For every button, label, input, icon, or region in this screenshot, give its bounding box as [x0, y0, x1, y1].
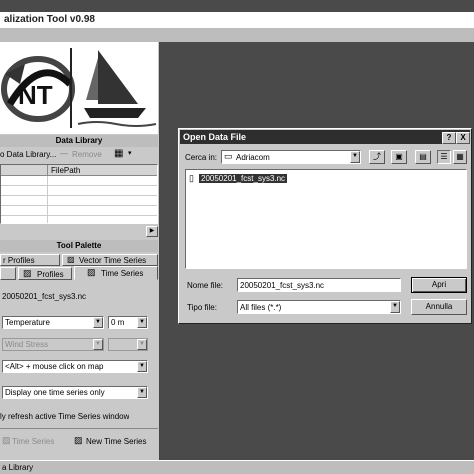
tab-time-series[interactable]: ▨ Time Series — [74, 266, 158, 280]
look-in-select[interactable]: ▭ Adriacom ▼ — [221, 150, 361, 164]
data-library-table: FilePath — [0, 164, 158, 224]
depth-select[interactable]: 0 m ▼ — [108, 316, 148, 329]
table-row[interactable] — [1, 187, 157, 196]
filename-input[interactable]: 20050201_fcst_sys3.nc — [237, 278, 401, 292]
table-row[interactable] — [1, 197, 157, 206]
tool-palette-heading: Tool Palette — [0, 240, 158, 252]
grid-view-icon[interactable]: ▦ — [114, 148, 123, 159]
filename-label: Nome file: — [187, 281, 224, 290]
chevron-down-icon[interactable]: ▼ — [137, 387, 147, 398]
table-row[interactable] — [1, 207, 157, 216]
display-mode-select[interactable]: Display one time series only ▼ — [2, 386, 148, 399]
table-row[interactable] — [1, 177, 157, 186]
filetype-select[interactable]: All files (*.*) ▼ — [237, 300, 401, 314]
chevron-down-icon[interactable]: ▼ — [137, 317, 147, 328]
open-button[interactable]: Apri — [411, 277, 467, 293]
dialog-title-bar: Open Data File ? X — [180, 130, 470, 144]
chevron-down-icon[interactable]: ▾ — [128, 149, 132, 157]
new-time-series-button[interactable]: ▨ New Time Series — [72, 434, 158, 448]
table-header: FilePath — [1, 165, 157, 176]
tab-profiles-partial[interactable]: r Profiles — [0, 254, 60, 266]
project-logo-icon: NT — [1, 56, 75, 122]
dialog-title: Open Data File — [183, 132, 247, 142]
status-text: a Library — [2, 463, 34, 472]
details-view-icon[interactable]: ▦ — [453, 150, 467, 164]
cancel-button[interactable]: Annulla — [411, 299, 467, 315]
file-list-item[interactable]: ▯ 20050201_fcst_sys3.nc — [189, 173, 289, 185]
column-header-filepath[interactable]: FilePath — [51, 166, 80, 175]
chart-icon: ▨ — [2, 435, 11, 445]
tab-profiles[interactable]: ▨ Profiles — [18, 267, 72, 280]
bottom-divider — [0, 428, 158, 429]
tab-first[interactable] — [0, 267, 16, 280]
main-title: alization Tool v0.98 — [4, 14, 95, 25]
filetype-label: Tipo file: — [187, 303, 217, 312]
add-to-library-button[interactable]: o Data Library... — [0, 150, 56, 159]
wind-stress-select: Wind Stress ▼ — [2, 338, 104, 351]
up-folder-icon[interactable]: ⤴ — [369, 150, 385, 164]
open-file-dialog: Open Data File ? X Cerca in: ▭ Adriacom … — [178, 128, 472, 324]
chevron-down-icon: ▼ — [137, 339, 147, 350]
status-bar: a Library — [0, 460, 474, 474]
remove-button[interactable]: Remove — [72, 150, 102, 159]
folder-icon: ▭ — [224, 151, 233, 161]
click-mode-select[interactable]: <Alt> + mouse click on map ▼ — [2, 360, 148, 373]
chart-icon: ▨ — [23, 268, 32, 278]
chevron-down-icon[interactable]: ▼ — [93, 317, 103, 328]
variable-select[interactable]: Temperature ▼ — [2, 316, 104, 329]
chart-icon: ▨ — [87, 267, 96, 277]
selected-file-label: 20050201_fcst_sys3.nc — [2, 292, 87, 301]
left-panel: NT Data Library o Data Library... — Remo… — [0, 42, 160, 460]
data-library-toolbar: o Data Library... — Remove ▦ ▾ — [0, 148, 158, 162]
chart-icon: ▨ — [67, 255, 75, 264]
new-folder-icon[interactable]: ▤ — [415, 150, 431, 164]
logo-area: NT — [0, 42, 158, 134]
scroll-right-icon[interactable]: ▶ — [146, 226, 158, 237]
chevron-down-icon[interactable]: ▼ — [137, 361, 147, 372]
look-in-label: Cerca in: — [185, 153, 218, 162]
close-button[interactable]: X — [456, 132, 470, 144]
chevron-down-icon: ▼ — [93, 339, 103, 350]
chart-icon: ▨ — [74, 435, 83, 445]
menu-bar-strip — [0, 28, 474, 42]
tab-vector-time-series[interactable]: ▨ Vector Time Series — [62, 254, 158, 266]
help-button[interactable]: ? — [442, 132, 456, 144]
wind-depth-select: ▼ — [108, 338, 148, 351]
remove-icon: — — [60, 149, 68, 158]
file-list: ▯ 20050201_fcst_sys3.nc — [185, 169, 467, 269]
chevron-down-icon[interactable]: ▼ — [390, 301, 400, 313]
sailboat-logo-icon — [77, 50, 157, 127]
time-series-button: ▨ Time Series — [2, 435, 55, 446]
data-library-heading: Data Library — [0, 135, 158, 147]
chevron-down-icon[interactable]: ▼ — [350, 151, 360, 163]
main-title-bar: alization Tool v0.98 — [0, 12, 474, 28]
list-view-icon[interactable]: ☰ — [437, 150, 451, 164]
refresh-checkbox-label[interactable]: ly refresh active Time Series window — [0, 412, 129, 421]
desktop-icon[interactable]: ▣ — [391, 150, 407, 164]
logo-divider — [70, 48, 72, 128]
svg-text:NT: NT — [18, 80, 53, 110]
file-icon: ▯ — [189, 173, 194, 183]
